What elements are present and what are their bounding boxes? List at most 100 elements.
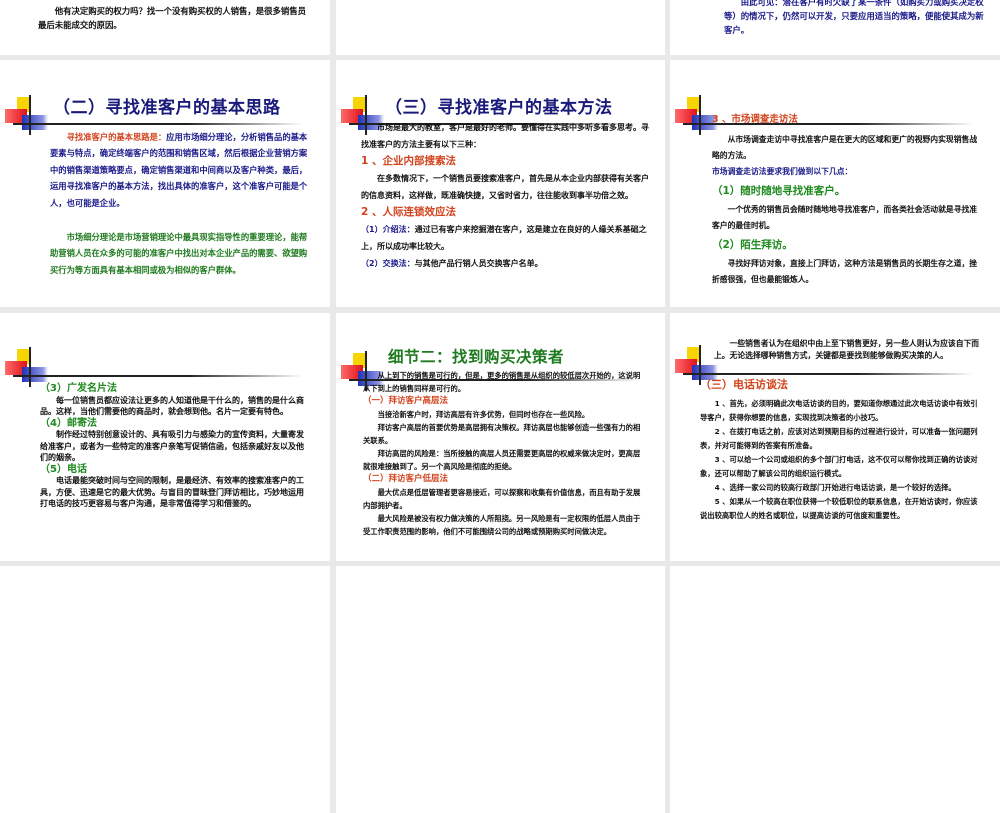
slide-thumbnail[interactable] <box>670 566 1000 813</box>
text-run: 一个优秀的销售员会随时随地地寻找准客户，而各类社会活动就是寻找准客户的最佳时机。 <box>712 205 978 230</box>
text-run: （三）寻找准客户的基本方法 <box>385 98 613 118</box>
slide-paragraph: 1 、首先，必须明确此次电话访谈的目的，要知道你想通过此次电话访谈中有效引导客户… <box>700 397 982 425</box>
text-run: 当接洽新客户时，拜访高层有许多优势，但同时也存在一些风险。 <box>377 410 590 419</box>
slide-thumbnail[interactable]: 3 、市场调查走访法从市场调查走访中寻找准客户是在更大的区域和更广的视野内实现销… <box>670 60 1000 307</box>
slide-paragraph: 寻找好拜访对象，直接上门拜访，这种方法是销售员的长期生存之道，挫折感很强，但也最… <box>712 256 980 288</box>
text-run: 细节二：找到购买决策者 <box>388 348 565 366</box>
slide-content: 3 、市场调查走访法从市场调查走访中寻找准客户是在更大的区域和更广的视野内实现销… <box>712 112 980 288</box>
text-run: 每一位销售员都应设法让更多的人知道他是干什么的，销售的是什么商品。这样，当他们需… <box>40 395 304 417</box>
slide-heading: 1 、企业内部搜索法 <box>361 153 651 170</box>
slide-paragraph: 寻找准客户的基本思路是：应用市场细分理论，分析销售品的基本要素与特点，确定终端客… <box>50 129 310 212</box>
slide-paragraph: 4 、选择一家公司的较高行政部门开始进行电话访谈，是一个较好的选择。 <box>700 481 982 495</box>
text-run: 市场是最大的教室，客户是最好的老师。要懂得在实践中多听多看多思考。寻找准客户的方… <box>361 123 649 149</box>
slide-thumbnail[interactable] <box>336 0 665 55</box>
text-run: 市场调查走访法要求我们做到以下几点： <box>712 167 853 176</box>
text-run: 电话最能突破时间与空间的限制，是最经济、有效率的搜索准客户的工具，方便、迅速是它… <box>40 476 304 508</box>
slide-heading: （5）电话 <box>40 464 310 476</box>
slide-content: （二）寻找准客户的基本思路寻找准客户的基本思路是：应用市场细分理论，分析销售品的… <box>50 100 310 278</box>
slide-heading: （2）陌生拜访。 <box>712 234 980 256</box>
slide-paragraph: 当接洽新客户时，拜访高层有许多优势，但同时也存在一些风险。 <box>363 408 641 421</box>
slide-content: 一些销售者认为在组织中由上至下销售更好，另一些人则认为应该自下而上。无论选择哪种… <box>700 338 982 523</box>
text-run: 应用市场细分理论，分析销售品的基本要素与特点，确定终端客户的范围和销售区域，然后… <box>50 131 308 208</box>
slide-paragraph: 市场是最大的教室，客户是最好的老师。要懂得在实践中多听多看多思考。寻找准客户的方… <box>361 119 651 153</box>
slide-heading: 3 、市场调查走访法 <box>712 112 980 128</box>
slide-paragraph: 从上到下的销售是可行的，但是，更多的销售是从组织的较低层次开始的，这说明从下到上… <box>363 369 641 395</box>
slide-paragraph: 3 、可以给一个公司或组织的多个部门打电话，这不仅可以帮你找到正确的访谈对象，还… <box>700 453 982 481</box>
text-run: （2）交换法： <box>361 259 415 268</box>
slide-thumbnail[interactable]: （二）寻找准客户的基本思路寻找准客户的基本思路是：应用市场细分理论，分析销售品的… <box>0 60 330 307</box>
slide-thumbnail[interactable]: 一些销售者认为在组织中由上至下销售更好，另一些人则认为应该自下而上。无论选择哪种… <box>670 313 1000 561</box>
slide-paragraph: 一些销售者认为在组织中由上至下销售更好，另一些人则认为应该自下而上。无论选择哪种… <box>700 338 982 362</box>
slide-paragraph: 市场调查走访法要求我们做到以下几点： <box>712 164 980 180</box>
slide-heading: （4）邮寄法 <box>40 418 310 430</box>
slide-paragraph: 最大优点是低层管理者更容易接近，可以探察和收集有价值信息，而且有助于发展内部拥护… <box>363 486 641 512</box>
slide-thumbnail[interactable]: （三）寻找准客户的基本方法市场是最大的教室，客户是最好的老师。要懂得在实践中多听… <box>336 60 665 307</box>
slide-thumbnail[interactable]: 他有决定购买的权力吗？找一个没有购买权的人销售，是很多销售员最后未能成交的原因。 <box>0 0 330 55</box>
slide-heading: （3）广发名片法 <box>40 383 310 395</box>
text-run: 3 、可以给一个公司或组织的多个部门打电话，这不仅可以帮你找到正确的访谈对象，还… <box>700 455 978 478</box>
slide-heading: （二）拜访客户低层法 <box>363 473 641 486</box>
text-run: 5 、如果从一个较高在职位获得一个较低职位的联系信息，在开始访谈时，你应该说出较… <box>700 497 978 520</box>
slide-heading: （三）电话访谈法 <box>700 375 982 395</box>
text-run: 寻找好拜访对象，直接上门拜访，这种方法是销售员的长期生存之道，挫折感很强，但也最… <box>712 259 978 284</box>
text-run: 1 、首先，必须明确此次电话访谈的目的，要知道你想通过此次电话访谈中有效引导客户… <box>700 399 978 422</box>
slide-paragraph: （1）介绍法：通过已有客户来挖掘潜在客户，这是建立在良好的人缘关系基础之上，所以… <box>361 221 651 255</box>
slide-content: 由此可见：潜在客户有时欠缺了某一条件（如购买力或购买决定权等）的情况下，仍然可以… <box>724 0 984 37</box>
text-run: 与其他产品行销人员交换客户名单。 <box>414 259 543 268</box>
text-run: （3）广发名片法 <box>40 383 117 394</box>
text-run: （一）拜访客户高层法 <box>363 396 449 406</box>
slide-paragraph: 在多数情况下，一个销售员要搜索准客户，首先是从本企业内部获得有关客户的信息资料，… <box>361 170 651 204</box>
slide-thumbnail[interactable]: 细节二：找到购买决策者从上到下的销售是可行的，但是，更多的销售是从组织的较低层次… <box>336 313 665 561</box>
slide-content: 细节二：找到购买决策者从上到下的销售是可行的，但是，更多的销售是从组织的较低层次… <box>363 348 641 538</box>
slide-heading: 2 、人际连锁效应法 <box>361 204 651 221</box>
text-run: 市场细分理论是市场营销理论中最具现实指导性的重要理论，能帮助营销人员在众多的可能… <box>50 231 308 275</box>
slide-content: 他有决定购买的权力吗？找一个没有购买权的人销售，是很多销售员最后未能成交的原因。 <box>38 4 308 32</box>
text-run: （三）电话访谈法 <box>700 378 788 391</box>
text-run: （5）电话 <box>40 463 87 475</box>
slide-paragraph: 5 、如果从一个较高在职位获得一个较低职位的联系信息，在开始访谈时，你应该说出较… <box>700 495 982 523</box>
text-run: 制作经过特别创意设计的、具有吸引力与感染力的宣传资料，大量寄发给准客户，或者为一… <box>40 430 304 462</box>
text-run: （1）介绍法： <box>361 225 415 234</box>
text-run: 最大优点是低层管理者更容易接近，可以探察和收集有价值信息，而且有助于发展内部拥护… <box>363 488 641 510</box>
text-run: 一些销售者认为在组织中由上至下销售更好，另一些人则认为应该自下而上。无论选择哪种… <box>714 339 980 360</box>
slide-thumbnail[interactable] <box>0 566 330 813</box>
text-run: 2 、人际连锁效应法 <box>361 206 456 218</box>
text-run: 从市场调查走访中寻找准客户是在更大的区域和更广的视野内实现销售战略的方法。 <box>712 135 978 160</box>
slide-heading: （1）随时随地寻找准客户。 <box>712 180 980 202</box>
text-run: 他有决定购买的权力吗？找一个没有购买权的人销售，是很多销售员最后未能成交的原因。 <box>38 6 307 30</box>
slide-paragraph: 最大风险是被没有权力做决策的人所阻挠。另一风险是有一定权限的低层人员由于受工作职… <box>363 512 641 538</box>
slide-paragraph: 由此可见：潜在客户有时欠缺了某一条件（如购买力或购买决定权等）的情况下，仍然可以… <box>724 0 984 37</box>
slide-title: （三）寻找准客户的基本方法 <box>385 100 651 117</box>
slide-heading: （一）拜访客户高层法 <box>363 395 641 408</box>
slide-content: （三）寻找准客户的基本方法市场是最大的教室，客户是最好的老师。要懂得在实践中多听… <box>361 100 651 272</box>
text-run: （二）寻找准客户的基本思路 <box>53 98 281 118</box>
slide-thumbnail[interactable]: 由此可见：潜在客户有时欠缺了某一条件（如购买力或购买决定权等）的情况下，仍然可以… <box>670 0 1000 55</box>
slide-content: （3）广发名片法 每一位销售员都应设法让更多的人知道他是干什么的，销售的是什么商品… <box>40 383 310 510</box>
text-run: （1）随时随地寻找准客户。 <box>712 185 846 197</box>
slide-paragraph: 他有决定购买的权力吗？找一个没有购买权的人销售，是很多销售员最后未能成交的原因。 <box>38 4 308 32</box>
text-run: 从上到下的销售是可行的，但是，更多的销售是从组织的较低层次开始的，这说明从下到上… <box>363 371 641 393</box>
text-run: 寻找准客户的基本思路是： <box>66 131 167 142</box>
slide-paragraph: 市场细分理论是市场营销理论中最具现实指导性的重要理论，能帮助营销人员在众多的可能… <box>50 229 310 279</box>
slide-paragraph: 制作经过特别创意设计的、具有吸引力与感染力的宣传资料，大量寄发给准客户，或者为一… <box>40 429 310 464</box>
slide-paragraph: 从市场调查走访中寻找准客户是在更大的区域和更广的视野内实现销售战略的方法。 <box>712 132 980 164</box>
text-run: 3 、市场调查走访法 <box>712 114 798 125</box>
slide-paragraph: 一个优秀的销售员会随时随地地寻找准客户，而各类社会活动就是寻找准客户的最佳时机。 <box>712 202 980 234</box>
slide-paragraph <box>50 212 310 229</box>
text-run: 1 、企业内部搜索法 <box>361 155 456 167</box>
text-run: 最大风险是被没有权力做决策的人所阻挠。另一风险是有一定权限的低层人员由于受工作职… <box>363 514 641 536</box>
slide-paragraph: （2）交换法：与其他产品行销人员交换客户名单。 <box>361 255 651 272</box>
text-run: （4）邮寄法 <box>40 417 97 429</box>
text-run: （2）陌生拜访。 <box>712 239 793 251</box>
text-run: 由此可见：潜在客户有时欠缺了某一条件（如购买力或购买决定权等）的情况下，仍然可以… <box>724 0 984 35</box>
slide-paragraph: 每一位销售员都应设法让更多的人知道他是干什么的，销售的是什么商品。这样，当他们需… <box>40 395 310 418</box>
text-run: 2 、在拨打电话之前，应该对达到预期目标的过程进行设计，可以准备一张问题列表，并… <box>700 427 978 450</box>
slide-paragraph: 拜访高层的风险是：当所接触的高层人员还需要更高层的权威来做决定时，更高层就很难接… <box>363 447 641 473</box>
slide-title: （二）寻找准客户的基本思路 <box>53 100 310 117</box>
slide-paragraph: 电话最能突破时间与空间的限制，是最经济、有效率的搜索准客户的工具，方便、迅速是它… <box>40 475 310 510</box>
text-run: 在多数情况下，一个销售员要搜索准客户，首先是从本企业内部获得有关客户的信息资料，… <box>361 174 649 200</box>
slide-thumbnail[interactable]: （3）广发名片法 每一位销售员都应设法让更多的人知道他是干什么的，销售的是什么商品… <box>0 313 330 561</box>
slide-thumbnail[interactable] <box>336 566 665 813</box>
slide-paragraph: 拜访客户高层的首要优势是高层拥有决策权。拜访高层也能够创造一些强有力的相关联系。 <box>363 421 641 447</box>
slide-paragraph: 2 、在拨打电话之前，应该对达到预期目标的过程进行设计，可以准备一张问题列表，并… <box>700 425 982 453</box>
